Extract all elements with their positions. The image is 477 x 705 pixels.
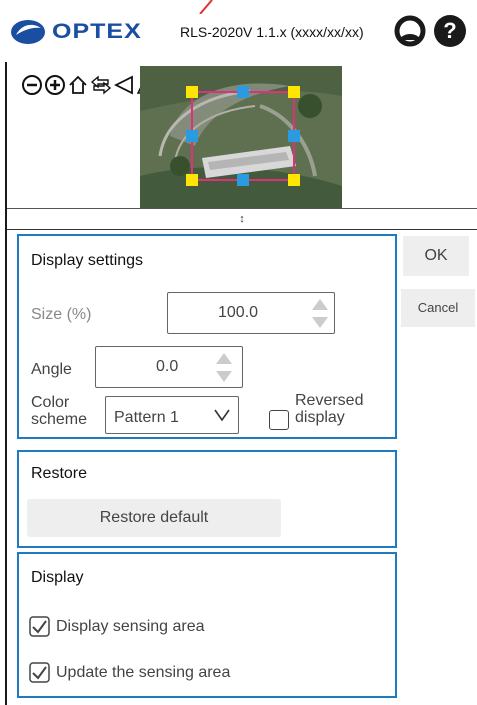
display-sensing-area-label: Display sensing area [56,617,205,635]
rotate-left-icon[interactable] [113,72,135,98]
update-sensing-area-row[interactable]: Update the sensing area [29,662,230,683]
cancel-button[interactable]: Cancel [401,289,475,327]
color-scheme-label: Color scheme [31,394,88,428]
map-toolbar [21,72,158,98]
display-title: Display [31,569,84,586]
satellite-map-image[interactable] [140,66,342,208]
size-down-icon[interactable] [312,317,328,328]
red-mark-icon [199,0,213,14]
user-profile-icon[interactable] [393,14,427,48]
main-frame: ↕ Display settings Size (%) 100.0 Angle … [5,62,477,705]
zoom-out-icon[interactable] [21,72,43,98]
optex-logo: OPTEX [10,17,142,46]
display-settings-panel: Display settings Size (%) 100.0 Angle 0.… [17,234,397,439]
ok-button[interactable]: OK [403,236,469,276]
angle-value: 0.0 [156,358,179,375]
display-sensing-area-checkbox[interactable] [29,616,50,637]
angle-down-icon[interactable] [216,371,232,382]
svg-text:?: ? [443,18,456,43]
display-settings-title: Display settings [31,252,144,269]
help-icon[interactable]: ? [433,14,467,48]
display-sensing-area-row[interactable]: Display sensing area [29,616,205,637]
update-sensing-area-checkbox[interactable] [29,662,50,683]
reversed-display-label: Reversed display [295,392,364,426]
zoom-in-icon[interactable] [44,72,66,98]
restore-default-button[interactable]: Restore default [27,499,281,537]
pan-arrows-icon[interactable] [90,72,112,98]
size-up-icon[interactable] [312,299,328,310]
logo-mark-icon [11,19,45,44]
resize-handle[interactable]: ↕ [7,209,477,230]
display-panel: Display Display sensing area Update the … [17,552,397,698]
reversed-display-checkbox[interactable] [269,410,289,430]
restore-title: Restore [31,465,88,482]
angle-label: Angle [31,361,72,378]
color-scheme-select[interactable]: Pattern 1 [105,396,239,434]
size-stepper[interactable]: 100.0 [167,292,335,334]
update-sensing-area-label: Update the sensing area [56,663,231,681]
brand-name: OPTEX [52,19,142,43]
angle-stepper[interactable]: 0.0 [95,346,243,388]
angle-up-icon[interactable] [216,353,232,364]
size-label: Size (%) [31,306,92,323]
size-value: 100.0 [218,304,259,321]
map-viewer[interactable] [7,62,477,209]
chevron-down-icon [214,409,230,421]
resize-icon: ↕ [239,213,245,225]
color-scheme-value: Pattern 1 [114,409,179,426]
restore-panel: Restore Restore default [17,450,397,548]
version-label: RLS-2020V 1.1.x (xxxx/xx/xx) [180,24,364,40]
app-header: OPTEX RLS-2020V 1.1.x (xxxx/xx/xx) ? [0,0,477,62]
home-icon[interactable] [67,72,89,98]
